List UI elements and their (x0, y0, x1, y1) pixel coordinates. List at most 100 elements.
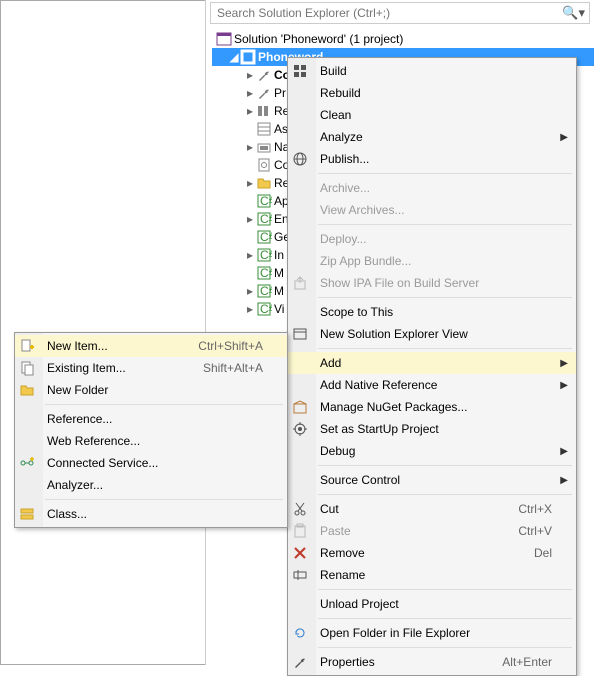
expander-icon[interactable]: ▸ (244, 140, 256, 154)
search-icon[interactable]: 🔍▾ (562, 5, 585, 21)
menu-label: Cut (320, 502, 494, 516)
expander-icon[interactable]: ▸ (244, 302, 256, 316)
ctx-deploy: Deploy... (288, 228, 576, 250)
submenu-arrow-icon: ▶ (560, 475, 568, 486)
menu-label: Connected Service... (47, 456, 263, 470)
ctx-analyze[interactable]: Analyze▶ (288, 126, 576, 148)
menu-label: Unload Project (320, 597, 552, 611)
connected-icon (19, 455, 39, 471)
menu-separator (318, 224, 572, 225)
existing-icon (19, 360, 39, 376)
ctx-zip-app-bundle: Zip App Bundle... (288, 250, 576, 272)
node-icon (256, 67, 272, 83)
shortcut-label: Shift+Alt+A (179, 361, 263, 375)
paste-icon (292, 523, 312, 539)
menu-separator (318, 465, 572, 466)
svg-text:C#: C# (260, 284, 272, 298)
star-icon (292, 421, 312, 437)
ctx-unload-project[interactable]: Unload Project (288, 593, 576, 615)
expander-icon[interactable]: ▸ (244, 248, 256, 262)
ctx-publish[interactable]: Publish... (288, 148, 576, 170)
node-label: M (274, 266, 284, 280)
menu-label: View Archives... (320, 203, 552, 217)
expander-icon[interactable]: ▸ (244, 212, 256, 226)
project-context-menu: BuildRebuildCleanAnalyze▶Publish...Archi… (287, 57, 577, 676)
menu-label: Web Reference... (47, 434, 263, 448)
ctx-new-solution-explorer-view[interactable]: New Solution Explorer View (288, 323, 576, 345)
ctx-scope-to-this[interactable]: Scope to This (288, 301, 576, 323)
build-icon (292, 63, 312, 79)
ctx-cut[interactable]: CutCtrl+X (288, 498, 576, 520)
expander-icon[interactable]: ▸ (244, 284, 256, 298)
expander-icon[interactable]: ▸ (244, 68, 256, 82)
node-label: Vi (274, 302, 284, 316)
expander-icon[interactable]: ▸ (244, 86, 256, 100)
rename-icon (292, 567, 312, 583)
ctx-build[interactable]: Build (288, 60, 576, 82)
solution-icon (216, 31, 232, 47)
menu-label: Scope to This (320, 305, 552, 319)
window-icon (292, 326, 312, 342)
ctx-debug[interactable]: Debug▶ (288, 440, 576, 462)
svg-text:C#: C# (260, 194, 272, 208)
add-web-reference[interactable]: Web Reference... (15, 430, 287, 452)
expander-icon[interactable]: ◢ (228, 50, 240, 64)
node-icon (256, 103, 272, 119)
add-existing-item[interactable]: Existing Item...Shift+Alt+A (15, 357, 287, 379)
menu-label: Paste (320, 524, 494, 538)
expander-icon[interactable]: ▸ (244, 176, 256, 190)
add-new-item[interactable]: New Item...Ctrl+Shift+A (15, 335, 287, 357)
submenu-arrow-icon: ▶ (560, 358, 568, 369)
menu-label: New Folder (47, 383, 263, 397)
ctx-clean[interactable]: Clean (288, 104, 576, 126)
ctx-add-native-reference[interactable]: Add Native Reference ▶ (288, 374, 576, 396)
ctx-add[interactable]: Add▶ (288, 352, 576, 374)
shortcut-label: Ctrl+Shift+A (174, 339, 263, 353)
submenu-arrow-icon: ▶ (560, 380, 568, 391)
menu-separator (318, 173, 572, 174)
menu-label: Rebuild (320, 86, 552, 100)
ctx-rebuild[interactable]: Rebuild (288, 82, 576, 104)
menu-label: Add Native Reference (320, 378, 552, 392)
menu-label: Reference... (47, 412, 263, 426)
expander-icon[interactable]: ▸ (244, 104, 256, 118)
menu-label: New Item... (47, 339, 174, 353)
cut-icon (292, 501, 312, 517)
menu-label: Debug (320, 444, 552, 458)
folder-icon (19, 382, 39, 398)
node-icon: C# (256, 283, 272, 299)
globe-icon (292, 151, 312, 167)
search-input[interactable] (215, 5, 562, 21)
ctx-manage-nuget-packages[interactable]: Manage NuGet Packages... (288, 396, 576, 418)
menu-label: Analyzer... (47, 478, 263, 492)
node-icon (256, 85, 272, 101)
menu-label: Deploy... (320, 232, 552, 246)
svg-text:C#: C# (260, 212, 272, 226)
node-icon: C# (256, 193, 272, 209)
add-new-folder[interactable]: New Folder (15, 379, 287, 401)
wrench-icon (292, 654, 312, 670)
ctx-properties[interactable]: PropertiesAlt+Enter (288, 651, 576, 673)
add-analyzer[interactable]: Analyzer... (15, 474, 287, 496)
node-icon: C# (256, 301, 272, 317)
ctx-rename[interactable]: Rename (288, 564, 576, 586)
solution-node[interactable]: Solution 'Phoneword' (1 project) (212, 30, 594, 48)
refresh-icon (292, 625, 312, 641)
ctx-set-as-startup-project[interactable]: Set as StartUp Project (288, 418, 576, 440)
remove-icon (292, 545, 312, 561)
menu-label: Source Control (320, 473, 552, 487)
node-label: In (274, 248, 284, 262)
menu-label: Class... (47, 507, 263, 521)
menu-label: Rename (320, 568, 552, 582)
menu-label: Publish... (320, 152, 552, 166)
ctx-remove[interactable]: RemoveDel (288, 542, 576, 564)
ctx-source-control[interactable]: Source Control ▶ (288, 469, 576, 491)
shortcut-label: Del (510, 546, 552, 560)
menu-label: Manage NuGet Packages... (320, 400, 552, 414)
ctx-open-folder-in-file-explorer[interactable]: Open Folder in File Explorer (288, 622, 576, 644)
solution-label: Solution 'Phoneword' (1 project) (234, 32, 403, 46)
add-reference[interactable]: Reference... (15, 408, 287, 430)
menu-separator (318, 618, 572, 619)
add-connected-service[interactable]: Connected Service... (15, 452, 287, 474)
add-class[interactable]: Class... (15, 503, 287, 525)
